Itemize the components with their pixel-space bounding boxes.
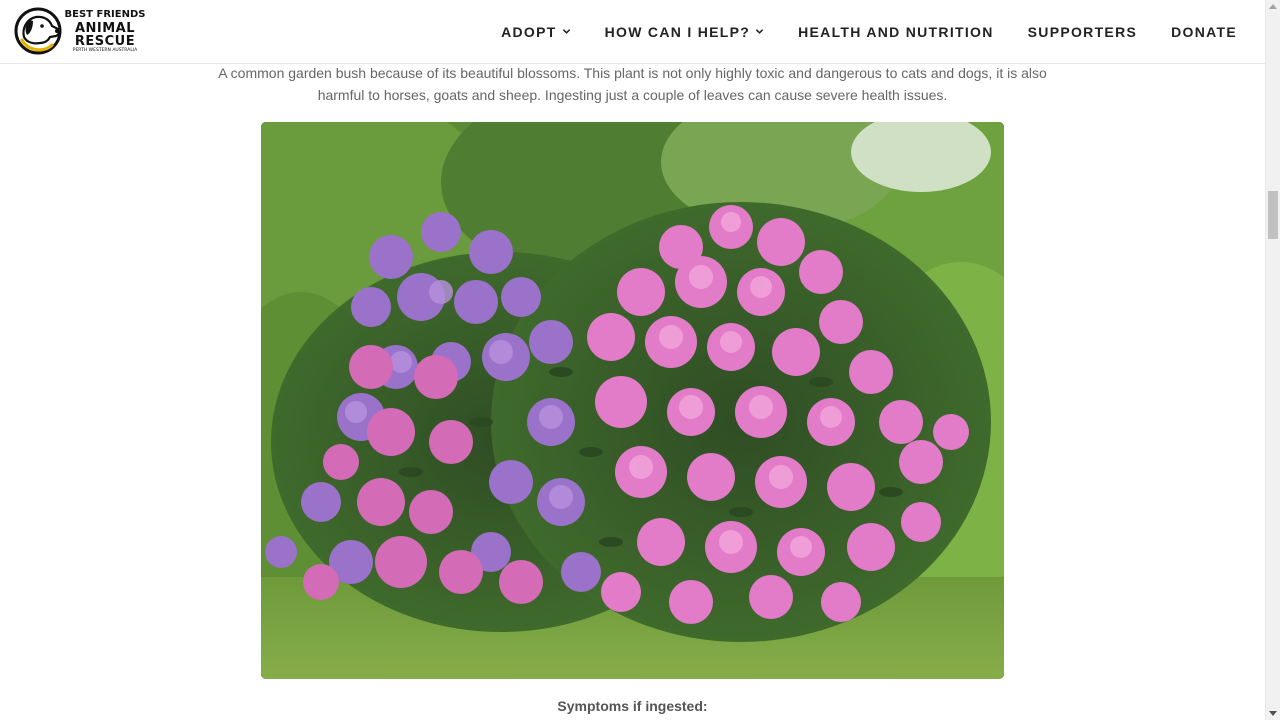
page-viewport: BEST FRIENDS ANIMAL RESCUE PERTH WESTERN… (0, 0, 1265, 720)
scroll-thumb[interactable] (1268, 191, 1278, 239)
scroll-up-arrow-icon[interactable] (1269, 4, 1277, 9)
nav-item-label: SUPPORTERS (1027, 23, 1138, 40)
symptoms-heading: Symptoms if ingested: (557, 698, 708, 714)
photo-illustration (261, 122, 1004, 679)
dog-head-logo-icon (14, 7, 62, 55)
scroll-down-arrow-icon[interactable] (1269, 711, 1277, 716)
nav-item-label: HOW CAN I HELP? (604, 23, 751, 40)
vertical-scrollbar[interactable] (1265, 0, 1280, 720)
logo-line-location: PERTH WESTERN AUSTRALIA (72, 48, 138, 53)
nav-item-adopt[interactable]: ADOPT (501, 24, 571, 40)
site-header: BEST FRIENDS ANIMAL RESCUE PERTH WESTERN… (0, 0, 1265, 64)
nav-item-label: ADOPT (501, 23, 557, 40)
main-nav: ADOPT HOW CAN I HELP? HEALTH AND NUTRITI… (501, 0, 1237, 63)
nav-item-label: DONATE (1171, 23, 1237, 40)
site-logo[interactable]: BEST FRIENDS ANIMAL RESCUE PERTH WESTERN… (14, 7, 146, 57)
plant-description-line-2: harmful to horses, goats and sheep. Inge… (317, 87, 948, 103)
chevron-down-icon (755, 29, 764, 34)
nav-item-donate[interactable]: DONATE (1171, 24, 1237, 40)
logo-line-rescue: RESCUE (74, 34, 136, 49)
logo-line-best-friends: BEST FRIENDS (64, 9, 146, 20)
plant-description: A common garden bush because of its beau… (180, 62, 1085, 106)
nav-item-health-and-nutrition[interactable]: HEALTH AND NUTRITION (798, 24, 994, 40)
rhododendron-bush-photo (261, 122, 1004, 679)
nav-item-label: HEALTH AND NUTRITION (798, 23, 994, 40)
chevron-down-icon (562, 29, 570, 34)
nav-item-supporters[interactable]: SUPPORTERS (1028, 24, 1137, 40)
plant-description-line-1: A common garden bush because of its beau… (218, 65, 1047, 81)
nav-item-how-can-i-help[interactable]: HOW CAN I HELP? (605, 24, 765, 40)
